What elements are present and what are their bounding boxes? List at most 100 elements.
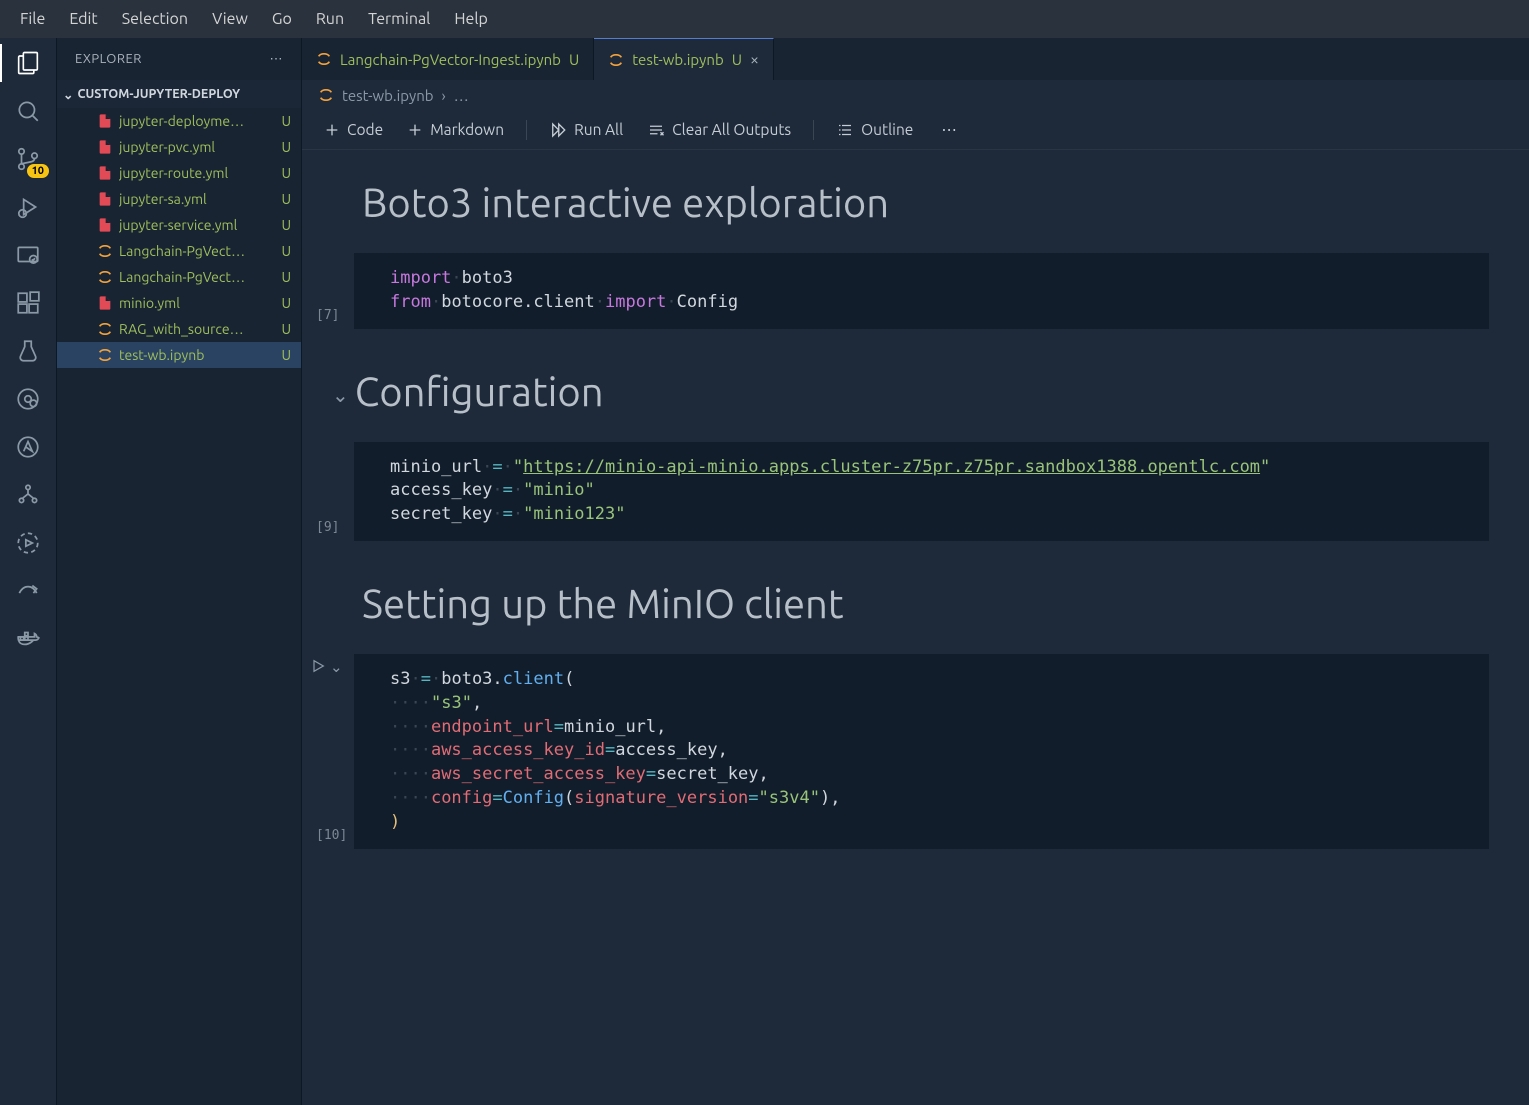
editor-area: Langchain-PgVector-Ingest.ipynbUtest-wb.…: [302, 38, 1529, 1105]
editor-tab[interactable]: test-wb.ipynbU×: [594, 38, 774, 80]
file-status: U: [281, 113, 291, 129]
source-control-icon[interactable]: 10: [13, 144, 43, 174]
file-row[interactable]: Langchain-PgVect…U: [57, 264, 301, 290]
run-all-label: Run All: [574, 121, 623, 138]
file-name: Langchain-PgVect…: [119, 243, 275, 259]
debug-icon[interactable]: [13, 192, 43, 222]
remote-icon[interactable]: [13, 240, 43, 270]
clear-outputs-button[interactable]: Clear All Outputs: [639, 117, 799, 143]
menu-help[interactable]: Help: [442, 10, 500, 28]
code-cell[interactable]: ⌄ [10] s3·=·boto3.client( ····"s3", ····…: [354, 654, 1489, 849]
file-row[interactable]: jupyter-service.ymlU: [57, 212, 301, 238]
docker-icon[interactable]: [13, 624, 43, 654]
file-status: U: [281, 321, 291, 337]
sidebar-title: EXPLORER: [75, 52, 142, 66]
menu-edit[interactable]: Edit: [57, 10, 109, 28]
add-code-label: Code: [347, 121, 383, 138]
jupyter-icon: [316, 51, 332, 67]
toolbar-more-icon[interactable]: ⋯: [933, 117, 965, 143]
heading: Setting up the MinIO client: [362, 581, 1489, 626]
toolbar-separator: [526, 120, 527, 140]
chevron-down-icon[interactable]: ⌄: [330, 658, 343, 676]
editor-tab[interactable]: Langchain-PgVector-Ingest.ipynbU: [302, 38, 594, 80]
file-name: Langchain-PgVect…: [119, 269, 275, 285]
extensions-icon[interactable]: [13, 288, 43, 318]
file-row[interactable]: RAG_with_source… U: [57, 316, 301, 342]
scm-badge: 10: [27, 164, 49, 178]
yaml-file-icon: [97, 139, 113, 155]
yaml-file-icon: [97, 165, 113, 181]
markdown-cell[interactable]: ⌄Configuration: [302, 359, 1529, 424]
jupyter-icon: [97, 269, 113, 285]
code-block[interactable]: import·boto3 from·botocore.client·import…: [354, 253, 1489, 329]
file-name: jupyter-service.yml: [119, 217, 275, 233]
git-graph-icon[interactable]: [13, 480, 43, 510]
explorer-icon[interactable]: [13, 48, 43, 78]
menu-run[interactable]: Run: [304, 10, 356, 28]
notebook-toolbar: Code Markdown Run All Clear All Outputs …: [302, 110, 1529, 150]
sidebar: EXPLORER ⋯ ⌄ CUSTOM-JUPYTER-DEPLOY jupyt…: [57, 38, 302, 1105]
execution-count: [7]: [316, 308, 339, 323]
tab-bar: Langchain-PgVector-Ingest.ipynbUtest-wb.…: [302, 38, 1529, 80]
chevron-down-icon: ⌄: [63, 87, 73, 102]
menu-selection[interactable]: Selection: [110, 10, 200, 28]
file-status: U: [281, 347, 291, 363]
file-row[interactable]: minio.ymlU: [57, 290, 301, 316]
execution-count: [9]: [316, 520, 339, 535]
file-row[interactable]: jupyter-route.yml U: [57, 160, 301, 186]
menu-file[interactable]: File: [8, 10, 57, 28]
markdown-cell[interactable]: Boto3 interactive exploration: [302, 170, 1529, 235]
section-label: CUSTOM-JUPYTER-DEPLOY: [77, 87, 240, 101]
timeline-icon[interactable]: [13, 528, 43, 558]
testing-icon[interactable]: [13, 336, 43, 366]
jupyter-icon: [97, 243, 113, 259]
file-status: U: [281, 165, 291, 181]
menu-terminal[interactable]: Terminal: [356, 10, 442, 28]
ansible-icon[interactable]: [13, 432, 43, 462]
add-code-button[interactable]: Code: [316, 117, 391, 142]
close-icon[interactable]: ×: [750, 51, 759, 69]
add-markdown-button[interactable]: Markdown: [399, 117, 512, 142]
yaml-file-icon: [97, 113, 113, 129]
sidebar-more-icon[interactable]: ⋯: [270, 52, 284, 67]
execution-count: [10]: [316, 828, 347, 843]
file-name: jupyter-route.yml: [119, 165, 275, 181]
markdown-cell[interactable]: Setting up the MinIO client: [302, 571, 1529, 636]
cell-run-controls[interactable]: ⌄: [310, 658, 343, 676]
menubar: File Edit Selection View Go Run Terminal…: [0, 0, 1529, 38]
file-row[interactable]: jupyter-pvc.ymlU: [57, 134, 301, 160]
file-name: jupyter-sa.yml: [119, 191, 275, 207]
code-cell[interactable]: [9] minio_url·=·"https://minio-api-minio…: [354, 442, 1489, 541]
file-row[interactable]: Langchain-PgVect…U: [57, 238, 301, 264]
code-block[interactable]: minio_url·=·"https://minio-api-minio.app…: [354, 442, 1489, 541]
jupyter-icon: [97, 347, 113, 363]
file-name: test-wb.ipynb: [119, 347, 275, 363]
search-icon[interactable]: [13, 96, 43, 126]
file-row[interactable]: test-wb.ipynb U: [57, 342, 301, 368]
menu-view[interactable]: View: [200, 10, 260, 28]
notebook-content[interactable]: Boto3 interactive exploration [7] import…: [302, 150, 1529, 1105]
outline-label: Outline: [861, 121, 913, 138]
file-list: jupyter-deployme…Ujupyter-pvc.ymlUjupyte…: [57, 108, 301, 1105]
activity-bar: 10: [0, 38, 57, 1105]
outline-button[interactable]: Outline: [828, 117, 921, 143]
sidebar-section[interactable]: ⌄ CUSTOM-JUPYTER-DEPLOY: [57, 80, 301, 108]
run-all-button[interactable]: Run All: [541, 117, 631, 143]
code-block[interactable]: s3·=·boto3.client( ····"s3", ····endpoin…: [354, 654, 1489, 849]
file-row[interactable]: jupyter-deployme… U: [57, 108, 301, 134]
kubernetes-icon[interactable]: [13, 384, 43, 414]
add-markdown-label: Markdown: [430, 121, 504, 138]
breadcrumb[interactable]: test-wb.ipynb › …: [302, 80, 1529, 110]
jupyter-icon: [97, 321, 113, 337]
fold-icon[interactable]: ⌄: [332, 383, 349, 407]
file-name: jupyter-deployme…: [119, 113, 275, 129]
menu-go[interactable]: Go: [260, 10, 304, 28]
sidebar-header: EXPLORER ⋯: [57, 38, 301, 80]
file-name: minio.yml: [119, 295, 275, 311]
code-cell[interactable]: [7] import·boto3 from·botocore.client·im…: [354, 253, 1489, 329]
heading: Boto3 interactive exploration: [362, 180, 1489, 225]
file-name: RAG_with_source…: [119, 321, 275, 337]
share-icon[interactable]: [13, 576, 43, 606]
file-row[interactable]: jupyter-sa.ymlU: [57, 186, 301, 212]
file-name: jupyter-pvc.yml: [119, 139, 275, 155]
